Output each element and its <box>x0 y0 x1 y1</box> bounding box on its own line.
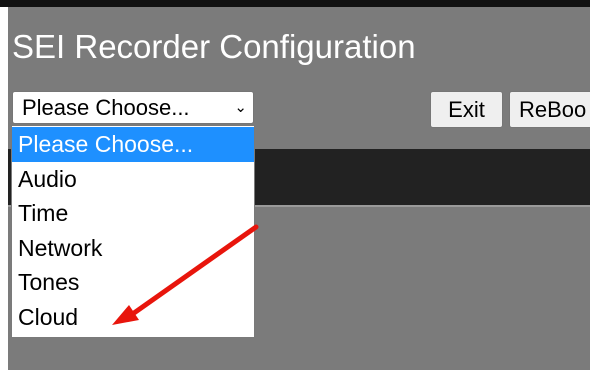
red-arrow-icon <box>112 224 259 325</box>
